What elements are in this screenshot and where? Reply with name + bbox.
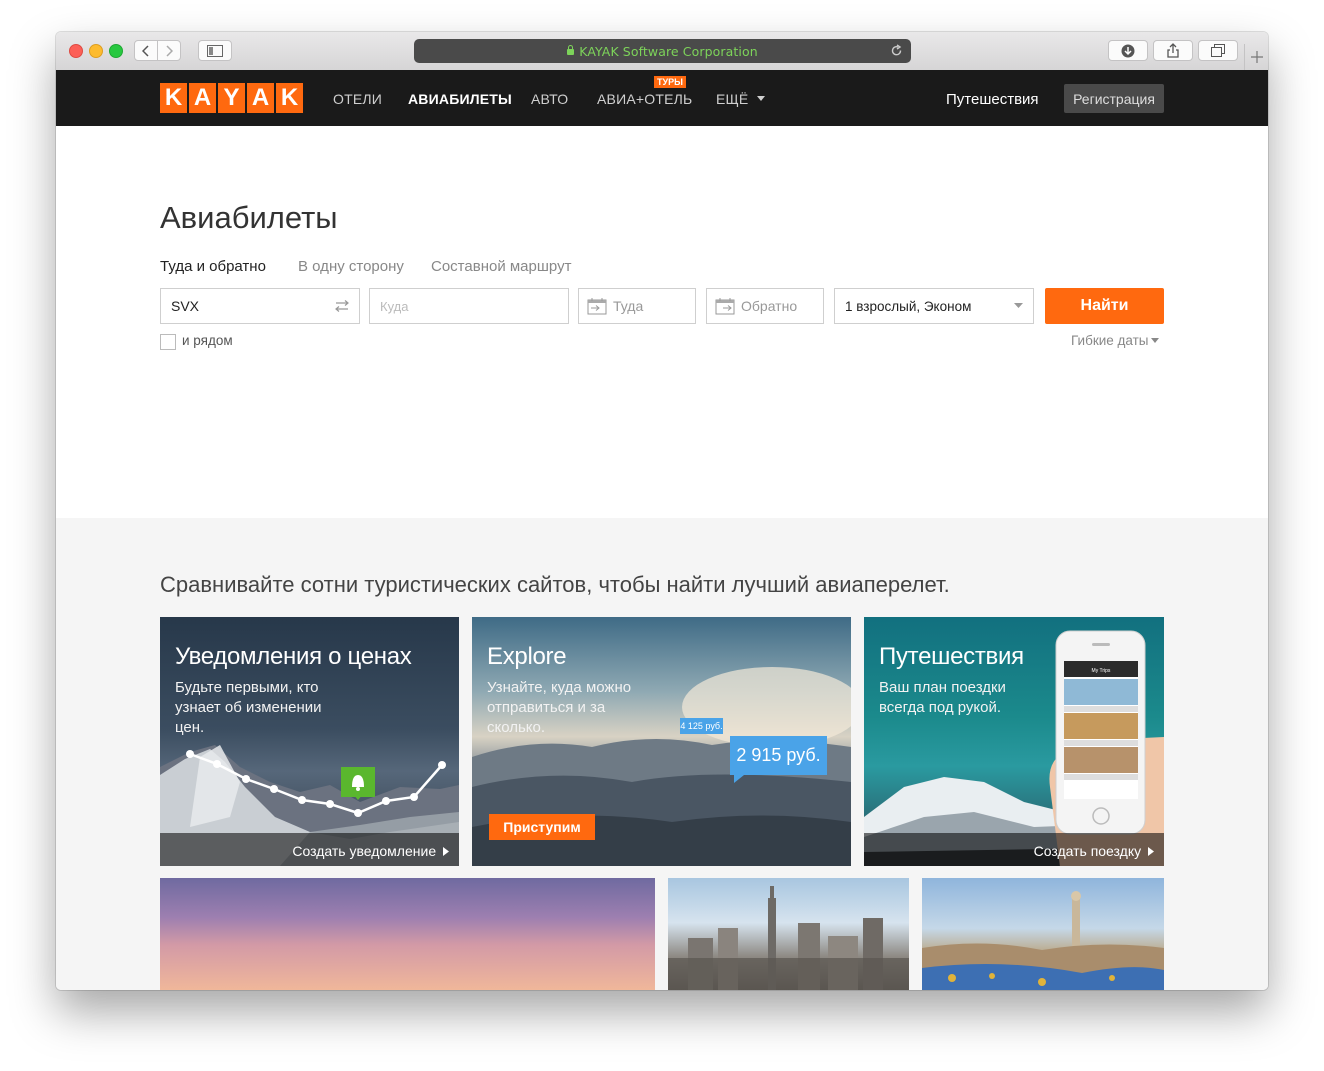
search-button[interactable]: Найти [1045,288,1164,324]
play-arrow-icon [443,847,449,856]
zoom-window-button[interactable] [109,44,123,58]
logo-letter: A [247,83,274,113]
city-skyline-image [668,886,909,990]
new-tab-button[interactable] [1244,44,1268,70]
swap-icon[interactable] [334,300,350,312]
nav-more[interactable]: ЕЩЁ [716,91,765,107]
close-window-button[interactable] [69,44,83,58]
nav-flights[interactable]: АВИАБИЛЕТЫ [408,91,512,107]
calendar-depart-icon [587,298,607,315]
price-bubble-large: 2 915 руб. [730,736,827,775]
caret-down-icon [756,96,765,101]
explore-start-button[interactable]: Приступим [489,814,595,840]
tab-one-way[interactable]: В одну сторону [298,258,404,275]
return-placeholder: Обратно [741,298,798,314]
park-guell-image [922,891,1164,990]
calendar-return-icon [715,298,735,315]
explore-title: Explore [487,643,567,670]
explore-desc: Узнайте, куда можно отправиться и за ско… [487,679,632,736]
logo-letter: Y [218,83,245,113]
play-arrow-icon [1148,847,1154,856]
promo-section: Сравнивайте сотни туристических сайтов, … [56,518,1268,990]
trips-desc: Ваш план поездки всегда под рукой. [879,679,1006,716]
minimize-window-button[interactable] [89,44,103,58]
tabs-overview-button[interactable] [1198,40,1238,61]
nav-flight-hotel[interactable]: АВИА+ОТЕЛЬ [597,91,692,107]
chevron-left-icon [142,44,149,57]
logo-letter: A [189,83,216,113]
downloads-button[interactable] [1108,40,1148,61]
create-alert-link[interactable]: Создать уведомление [292,843,449,859]
create-trip-label: Создать поездку [1033,843,1142,859]
download-icon [1121,44,1135,57]
new-york-tile[interactable] [668,878,909,990]
create-alert-label: Создать уведомление [292,843,437,859]
phone-header-text: My Trips [1092,668,1111,674]
nearby-checkbox[interactable] [160,334,176,350]
depart-placeholder: Туда [613,298,644,314]
barcelona-tile[interactable] [922,878,1164,990]
share-icon [1167,43,1179,58]
sidebar-icon [207,44,223,57]
flexible-dates-label: Гибкие даты [1071,333,1149,348]
destination-placeholder: Куда [380,298,409,314]
flexible-dates-link[interactable]: Гибкие даты [1071,333,1159,348]
reload-icon[interactable] [890,44,903,57]
plus-icon [1251,51,1263,63]
caret-down-icon [1150,338,1159,343]
price-alerts-title: Уведомления о ценах [175,643,412,670]
logo-letter: K [276,83,303,113]
trips-card[interactable]: My Trips Путешествия Ваш план поездки вс… [864,617,1164,866]
bubble-tail-icon [734,775,744,783]
forward-button[interactable] [157,40,181,61]
trips-title: Путешествия [879,643,1024,670]
tab-round-trip[interactable]: Туда и обратно [160,258,266,275]
price-alerts-desc: Будьте первыми, кто узнает об изменении … [175,679,322,736]
lock-icon [567,45,575,55]
browser-window: KAYAK Software Corporation K A Y A K ОТЕ… [56,32,1268,990]
address-bar-text: KAYAK Software Corporation [579,43,758,59]
promo-tagline: Сравнивайте сотни туристических сайтов, … [160,572,950,597]
sidebar-toggle-button[interactable] [198,40,232,61]
browser-toolbar: KAYAK Software Corporation [56,32,1268,71]
page-title: Авиабилеты [160,200,338,235]
tab-multi-city[interactable]: Составной маршрут [431,258,571,275]
create-trip-link[interactable]: Создать поездку [1034,843,1154,859]
site-header: K A Y A K ОТЕЛИ АВИАБИЛЕТЫ АВТО ТУРЫ АВИ… [56,70,1268,126]
nav-cars[interactable]: АВТО [531,91,568,107]
nav-more-label: ЕЩЁ [716,91,749,107]
chevron-right-icon [166,44,173,57]
dropdown-arrow-icon [1014,303,1023,308]
destination-input[interactable]: Куда [369,288,569,324]
origin-input[interactable]: SVX [160,288,360,324]
address-bar[interactable]: KAYAK Software Corporation [414,39,911,63]
price-alerts-card[interactable]: Уведомления о ценах Будьте первыми, кто … [160,617,459,866]
logo-letter: K [160,83,187,113]
share-button[interactable] [1153,40,1193,61]
nearby-label: и рядом [182,333,233,348]
sunset-sky-tile[interactable] [160,878,655,990]
travelers-select[interactable]: 1 взрослый, Эконом [834,288,1034,324]
kayak-logo[interactable]: K A Y A K [160,83,303,113]
price-bubble-small: 4 125 руб. [680,718,723,734]
origin-value: SVX [171,298,200,314]
nav-hotels[interactable]: ОТЕЛИ [333,91,382,107]
depart-date-input[interactable]: Туда [578,288,696,324]
register-button[interactable]: Регистрация [1064,84,1164,113]
tabs-icon [1211,44,1225,57]
trips-link[interactable]: Путешествия [946,91,1039,108]
tours-badge: ТУРЫ [654,76,686,88]
back-button[interactable] [134,40,158,61]
return-date-input[interactable]: Обратно [706,288,824,324]
travelers-value: 1 взрослый, Эконом [845,298,972,314]
explore-card[interactable]: Explore Узнайте, куда можно отправиться … [472,617,851,866]
